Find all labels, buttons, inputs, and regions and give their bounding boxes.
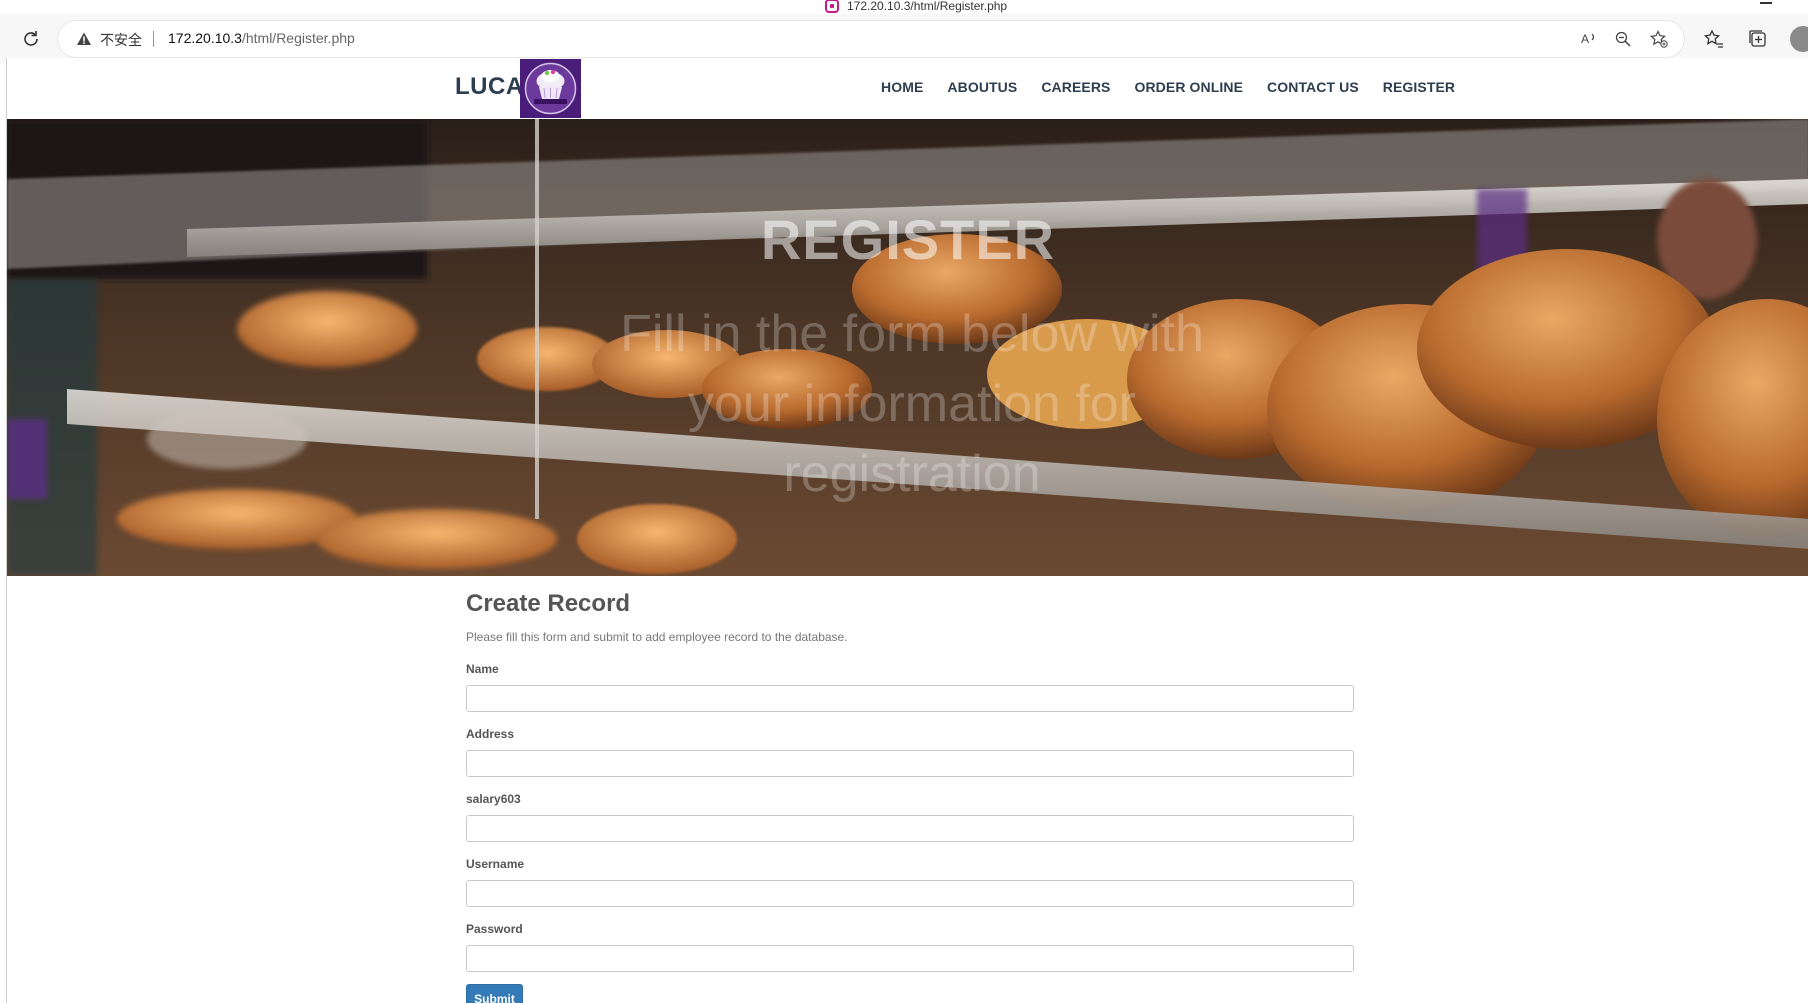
site-navbar: LUCA HOME ABOUTUS CAREERS ORDER ONLINE C… bbox=[7, 58, 1808, 119]
url-text[interactable]: 172.20.10.3/html/Register.php bbox=[168, 30, 355, 46]
brand-name[interactable]: LUCA bbox=[455, 73, 524, 101]
reload-icon bbox=[24, 31, 38, 46]
name-label: Name bbox=[466, 662, 499, 676]
add-favorite-icon[interactable] bbox=[1650, 30, 1668, 48]
window-titlebar: 172.20.10.3/html/Register.php bbox=[0, 0, 1808, 14]
read-aloud-icon[interactable]: A bbox=[1580, 30, 1598, 48]
nav-contact-us[interactable]: CONTACT US bbox=[1267, 79, 1359, 95]
browser-toolbar: 不安全 172.20.10.3/html/Register.php A bbox=[0, 14, 1808, 64]
username-label: Username bbox=[466, 857, 525, 871]
svg-text:A: A bbox=[1581, 32, 1589, 46]
window-edge bbox=[1798, 0, 1808, 14]
nav-order-online[interactable]: ORDER ONLINE bbox=[1134, 79, 1243, 95]
password-input[interactable] bbox=[466, 945, 1354, 972]
address-label: Address bbox=[466, 727, 515, 741]
site-favicon-icon bbox=[825, 0, 839, 13]
page-viewport: LUCA HOME ABOUTUS CAREERS ORDER ONLINE C… bbox=[6, 58, 1808, 1003]
nav-links: HOME ABOUTUS CAREERS ORDER ONLINE CONTAC… bbox=[881, 79, 1455, 95]
hero-title: REGISTER bbox=[760, 208, 1056, 271]
nav-home[interactable]: HOME bbox=[881, 79, 923, 95]
reload-button[interactable] bbox=[20, 28, 42, 50]
hero-subtitle: Fill in the form below with your informa… bbox=[620, 305, 1204, 503]
address-divider bbox=[153, 31, 154, 47]
hero-banner: REGISTER Fill in the form below with you… bbox=[7, 119, 1808, 576]
warning-icon[interactable] bbox=[76, 31, 92, 47]
nav-register[interactable]: REGISTER bbox=[1383, 79, 1455, 95]
collections-icon[interactable] bbox=[1747, 28, 1769, 50]
salary-label: salary603 bbox=[466, 792, 521, 806]
form-description: Please fill this form and submit to add … bbox=[466, 630, 848, 644]
minimize-icon[interactable] bbox=[1760, 2, 1772, 4]
form-title: Create Record bbox=[466, 590, 631, 617]
url-host: 172.20.10.3 bbox=[168, 30, 242, 46]
insecure-label[interactable]: 不安全 bbox=[100, 30, 142, 50]
nav-careers[interactable]: CAREERS bbox=[1041, 79, 1110, 95]
window-title-text: 172.20.10.3/html/Register.php bbox=[847, 0, 1008, 13]
name-input[interactable] bbox=[466, 685, 1354, 712]
url-path: /html/Register.php bbox=[241, 30, 355, 46]
submit-button[interactable]: Submit bbox=[466, 984, 523, 1003]
username-input[interactable] bbox=[466, 880, 1354, 907]
address-input[interactable] bbox=[466, 750, 1354, 777]
cupcake-logo-icon bbox=[520, 59, 581, 118]
favorites-icon[interactable] bbox=[1703, 28, 1725, 50]
password-label: Password bbox=[466, 922, 523, 936]
zoom-out-icon[interactable] bbox=[1614, 30, 1632, 48]
address-bar[interactable]: 不安全 172.20.10.3/html/Register.php A bbox=[58, 21, 1684, 57]
window-title: 172.20.10.3/html/Register.php bbox=[825, 0, 1007, 13]
nav-aboutus[interactable]: ABOUTUS bbox=[947, 79, 1017, 95]
salary-input[interactable] bbox=[466, 815, 1354, 842]
brand-logo[interactable] bbox=[520, 59, 581, 118]
profile-avatar[interactable] bbox=[1790, 26, 1808, 52]
